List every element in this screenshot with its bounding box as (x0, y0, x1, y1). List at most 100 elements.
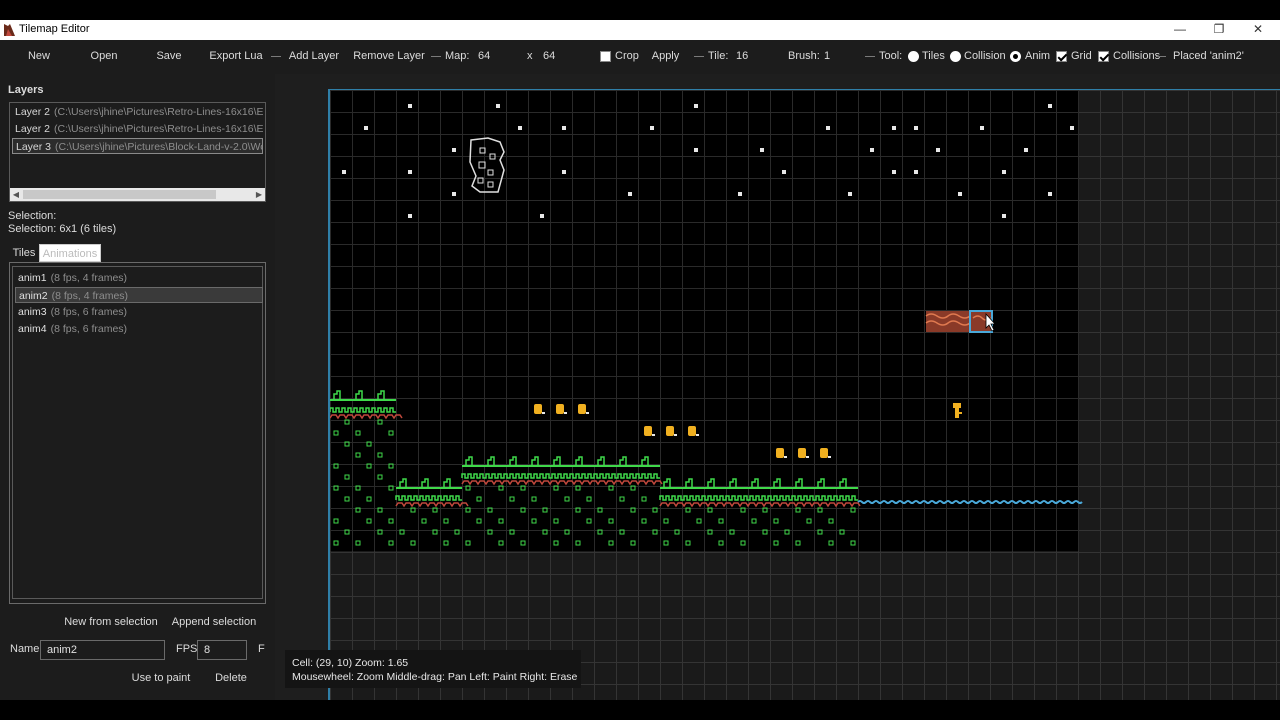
dirt-speck (718, 540, 724, 546)
star-tile (540, 214, 544, 218)
star-tile (562, 170, 566, 174)
star-tile (958, 192, 962, 196)
open-button[interactable]: Open (84, 45, 124, 68)
canvas-status-overlay: Cell: (29, 10) Zoom: 1.65 Mousewheel: Zo… (285, 650, 581, 688)
grass-tuft (619, 456, 627, 466)
map-tiles-layer[interactable] (330, 90, 1280, 700)
brush-size-input[interactable]: 1 (821, 46, 857, 67)
layers-horizontal-scrollbar[interactable]: ◀ ▶ (10, 188, 265, 201)
dirt-speck (553, 485, 559, 491)
coin-sparkle (696, 434, 699, 436)
dirt-speck (652, 529, 658, 535)
map-viewport[interactable] (275, 74, 1280, 700)
animation-name-label: Name (10, 643, 40, 655)
tool-collision-radio[interactable] (950, 51, 961, 62)
star-tile (914, 170, 918, 174)
layer-item-selected[interactable]: Layer 3 (C:\Users\jhine\Pictures\Block-La… (12, 138, 263, 154)
dirt-speck (366, 496, 372, 502)
dirt-speck (696, 518, 702, 524)
dirt-speck (795, 507, 801, 513)
layer-item[interactable]: Layer 2 (C:\Users\jhine\Pictures\Retro-Li… (12, 104, 263, 120)
dirt-speck (333, 485, 339, 491)
animations-list[interactable]: anim1 (8 fps, 4 frames) anim2 (8 fps, 4 fr… (12, 266, 263, 599)
collisions-checkbox[interactable] (1098, 51, 1109, 62)
star-tile (1048, 192, 1052, 196)
animation-name: anim4 (18, 323, 47, 335)
minimize-button[interactable]: — (1160, 20, 1200, 40)
dirt-speck (355, 452, 361, 458)
layer-path: (C:\Users\jhine\Pictures\Retro-Lines-16x… (54, 123, 263, 135)
dirt-speck (685, 507, 691, 513)
scroll-thumb[interactable] (23, 190, 216, 199)
tile-size-input[interactable]: 16 (733, 46, 773, 67)
dirt-speck (388, 518, 394, 524)
tab-animations[interactable]: Animations (39, 244, 101, 262)
apply-button[interactable]: Apply (649, 45, 682, 68)
scroll-right-icon[interactable]: ▶ (253, 188, 265, 201)
layer-item[interactable]: Layer 2 (C:\Users\jhine\Pictures\Retro-Li… (12, 121, 263, 137)
close-button[interactable]: ✕ (1238, 20, 1278, 40)
dirt-speck (828, 540, 834, 546)
moon-tile (469, 137, 505, 193)
star-tile (892, 126, 896, 130)
dirt-speck (520, 540, 526, 546)
toolbar-separator (694, 56, 704, 57)
dirt-speck (377, 419, 383, 425)
star-tile (408, 104, 412, 108)
map-grid[interactable] (328, 89, 1280, 700)
new-button[interactable]: New (19, 45, 59, 68)
fps-input[interactable]: 8 (197, 640, 247, 660)
grass-tuft (751, 478, 759, 488)
animation-item-selected[interactable]: anim2 (8 fps, 4 frames) (15, 287, 263, 303)
dirt-speck (498, 518, 504, 524)
add-layer-button[interactable]: Add Layer (286, 45, 342, 68)
export-lua-button[interactable]: Export Lua (206, 45, 266, 68)
crop-checkbox[interactable] (600, 51, 611, 62)
dirt-speck (366, 518, 372, 524)
map-width-input[interactable]: 64 (475, 46, 523, 67)
save-button[interactable]: Save (149, 45, 189, 68)
dirt-speck (828, 518, 834, 524)
dirt-speck (487, 529, 493, 535)
dirt-pattern (461, 480, 663, 486)
maximize-button[interactable]: ❐ (1199, 20, 1239, 40)
brush-size-label: Brush: (788, 50, 820, 62)
coin-sparkle (652, 434, 655, 436)
star-tile (1002, 170, 1006, 174)
grid-checkbox[interactable] (1056, 51, 1067, 62)
star-tile (518, 126, 522, 130)
map-height-input[interactable]: 64 (540, 46, 588, 67)
dirt-speck (751, 518, 757, 524)
append-selection-button[interactable]: Append selection (168, 611, 260, 633)
layer-name: Layer 3 (16, 141, 52, 153)
tool-anim-radio[interactable] (1010, 51, 1021, 62)
dirt-speck (817, 529, 823, 535)
coin-sparkle (828, 456, 831, 458)
terrain-tiles (330, 390, 861, 546)
dirt-speck (388, 485, 394, 491)
tool-tiles-radio[interactable] (908, 51, 919, 62)
dirt-speck (652, 507, 658, 513)
grass-tuft (685, 478, 693, 488)
remove-layer-button[interactable]: Remove Layer (353, 45, 425, 68)
animation-name-input[interactable]: anim2 (40, 640, 165, 660)
water-tiles (857, 500, 1083, 504)
grass-tuft (597, 456, 605, 466)
animation-item[interactable]: anim3 (8 fps, 6 frames) (15, 304, 263, 320)
dirt-pattern (395, 502, 469, 508)
scroll-left-icon[interactable]: ◀ (10, 188, 22, 201)
layers-list[interactable]: Layer 2 (C:\Users\jhine\Pictures\Retro-Li… (9, 102, 266, 202)
delete-animation-button[interactable]: Delete (204, 667, 258, 689)
use-to-paint-button[interactable]: Use to paint (126, 667, 196, 689)
star-tile (914, 126, 918, 130)
map-size-label: Map: (445, 50, 470, 62)
dirt-speck (685, 540, 691, 546)
dirt-speck (421, 518, 427, 524)
star-tile (1070, 126, 1074, 130)
animation-item[interactable]: anim1 (8 fps, 4 frames) (15, 270, 263, 286)
dirt-speck (817, 507, 823, 513)
tab-tiles[interactable]: Tiles (10, 244, 38, 262)
new-from-selection-button[interactable]: New from selection (62, 611, 160, 633)
coin-tile (644, 426, 652, 436)
animation-item[interactable]: anim4 (8 fps, 6 frames) (15, 321, 263, 337)
